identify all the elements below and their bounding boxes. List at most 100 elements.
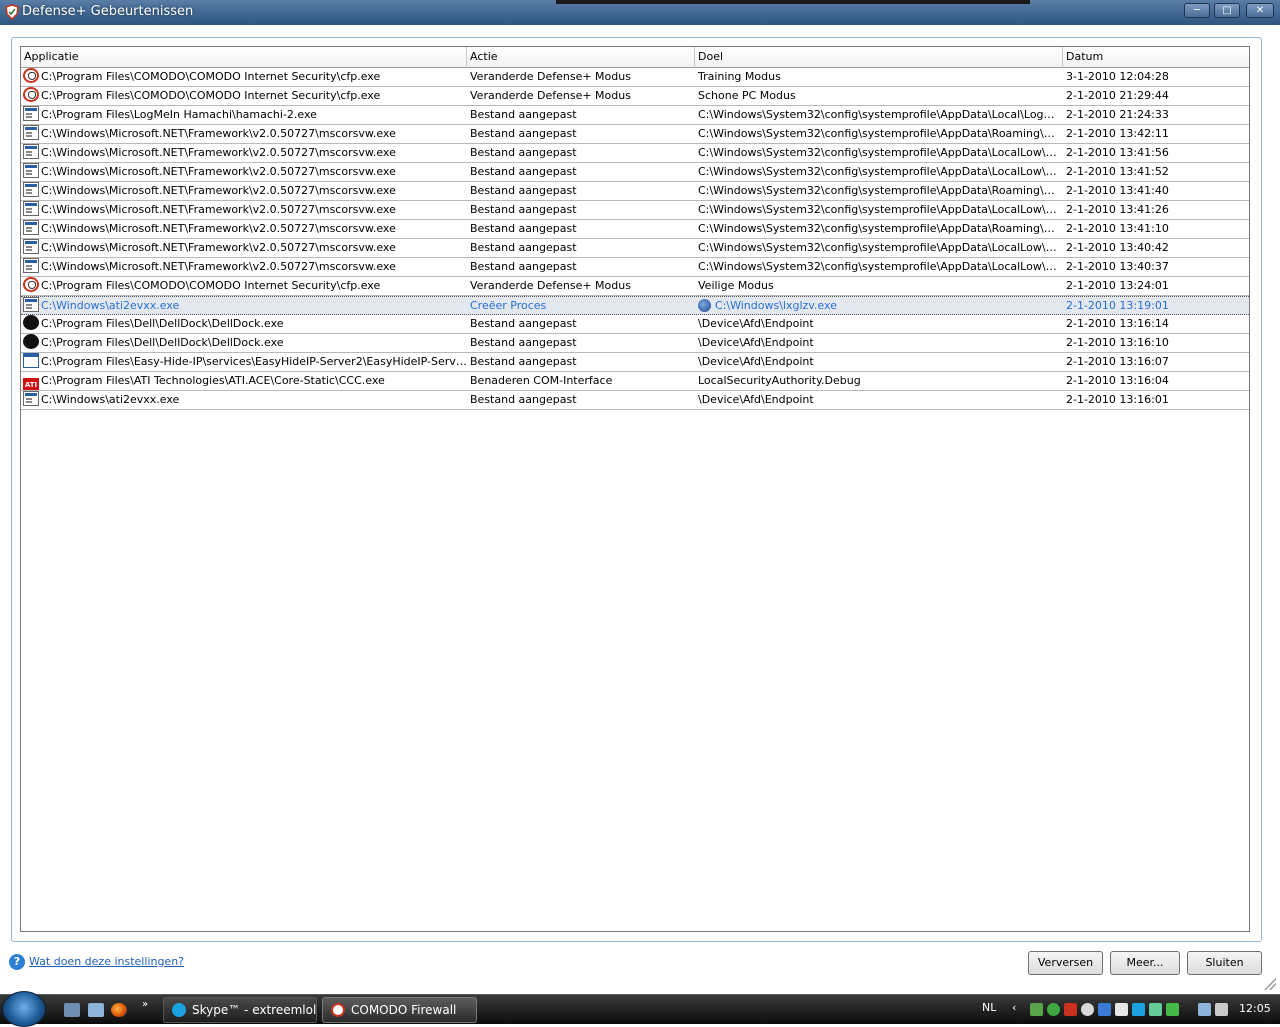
tray-bluetooth-icon[interactable] (1098, 1003, 1111, 1016)
tray-expand-icon[interactable]: ‹ (1012, 1001, 1016, 1014)
app-path: C:\Windows\Microsoft.NET\Framework\v2.0.… (41, 260, 396, 273)
cell-target: \Device\Afd\Endpoint (698, 315, 1063, 333)
tray-volume-icon[interactable] (1215, 1003, 1228, 1016)
table-row[interactable]: C:\Program Files\COMODO\COMODO Internet … (21, 87, 1249, 106)
firefox-icon[interactable] (111, 1003, 127, 1017)
table-row[interactable]: C:\Program Files\Easy-Hide-IP\services\E… (21, 353, 1249, 372)
events-table[interactable]: Applicatie Actie Doel Datum C:\Program F… (20, 46, 1250, 932)
cell-date: 2-1-2010 13:24:01 (1066, 279, 1169, 292)
tray-app-icon[interactable] (1115, 1003, 1128, 1016)
refresh-button[interactable]: Verversen (1028, 951, 1103, 975)
table-row[interactable]: ATI C:\Program Files\ATI Technologies\ATI… (21, 372, 1249, 391)
tray-network-icon[interactable] (1030, 1003, 1043, 1016)
help-link[interactable]: Wat doen deze instellingen? (29, 955, 184, 968)
table-row[interactable]: C:\Windows\Microsoft.NET\Framework\v2.0.… (21, 220, 1249, 239)
table-row[interactable]: C:\Program Files\Dell\DellDock\DellDock.… (21, 334, 1249, 353)
cell-app: C:\Program Files\Dell\DellDock\DellDock.… (23, 334, 467, 352)
cell-action: Bestand aangepast (470, 393, 577, 406)
app-path: C:\Windows\Microsoft.NET\Framework\v2.0.… (41, 146, 396, 159)
minimize-button[interactable]: ─ (1184, 3, 1210, 18)
switch-windows-icon[interactable] (88, 1003, 104, 1017)
cell-date: 2-1-2010 13:16:14 (1066, 317, 1169, 330)
table-row[interactable]: C:\Windows\ati2evxx.exe Bestand aangepast… (21, 391, 1249, 410)
app-path: C:\Windows\Microsoft.NET\Framework\v2.0.… (41, 184, 396, 197)
cell-app: ATI C:\Program Files\ATI Technologies\ATI… (23, 372, 467, 390)
table-row[interactable]: C:\Windows\Microsoft.NET\Framework\v2.0.… (21, 182, 1249, 201)
cell-target: C:\Windows\System32\config\systemprofile… (698, 163, 1063, 181)
table-row[interactable]: C:\Program Files\LogMeIn Hamachi\hamachi… (21, 106, 1249, 125)
column-header-date[interactable]: Datum (1063, 47, 1249, 68)
cell-target: C:\Windows\System32\config\systemprofile… (698, 125, 1063, 143)
tray-shield-icon[interactable] (1047, 1003, 1060, 1016)
cell-date: 2-1-2010 13:41:10 (1066, 222, 1169, 235)
table-row[interactable]: C:\Windows\Microsoft.NET\Framework\v2.0.… (21, 258, 1249, 277)
app-path: C:\Program Files\COMODO\COMODO Internet … (41, 89, 381, 102)
table-row[interactable]: C:\Program Files\COMODO\COMODO Internet … (21, 277, 1249, 296)
more-button[interactable]: Meer... (1110, 951, 1180, 975)
table-row[interactable]: C:\Windows\ati2evxx.exe Creëer Proces C:\W… (21, 296, 1249, 315)
tray-comodo-icon[interactable] (1064, 1003, 1077, 1016)
cell-target: Schone PC Modus (698, 87, 1063, 105)
cell-action: Bestand aangepast (470, 336, 577, 349)
app-path: C:\Windows\Microsoft.NET\Framework\v2.0.… (41, 165, 396, 178)
column-header-action[interactable]: Actie (467, 47, 695, 68)
language-indicator[interactable]: NL (982, 1001, 996, 1014)
resize-grip[interactable] (1264, 978, 1276, 990)
cell-action: Bestand aangepast (470, 184, 577, 197)
cell-target: \Device\Afd\Endpoint (698, 391, 1063, 409)
close-window-button[interactable]: ✕ (1246, 3, 1274, 18)
tray-skype-icon[interactable] (1132, 1003, 1145, 1016)
cell-date: 2-1-2010 21:24:33 (1066, 108, 1169, 121)
column-header-target[interactable]: Doel (695, 47, 1063, 68)
cell-app: C:\Program Files\LogMeIn Hamachi\hamachi… (23, 106, 467, 124)
target-path: C:\Windows\System32\config\systemprofile… (698, 222, 1063, 235)
window-titlebar[interactable]: Defense+ Gebeurtenissen ─ □ ✕ (0, 0, 1280, 25)
table-row[interactable]: C:\Windows\Microsoft.NET\Framework\v2.0.… (21, 201, 1249, 220)
table-row[interactable]: C:\Program Files\Dell\DellDock\DellDock.… (21, 315, 1249, 334)
cell-app: C:\Program Files\Dell\DellDock\DellDock.… (23, 315, 467, 333)
taskbar-item-skype[interactable]: Skype™ - extreemlolo (163, 997, 317, 1023)
column-header-app[interactable]: Applicatie (21, 47, 467, 68)
help-icon[interactable]: ? (9, 954, 25, 970)
quicklaunch-more-icon[interactable]: » (142, 999, 154, 1013)
comodo-icon (23, 68, 39, 83)
close-button[interactable]: Sluiten (1187, 951, 1262, 975)
cell-date: 3-1-2010 12:04:28 (1066, 70, 1169, 83)
tray-monitor-icon[interactable] (1149, 1003, 1162, 1016)
show-desktop-icon[interactable] (64, 1003, 80, 1017)
table-row[interactable]: C:\Windows\Microsoft.NET\Framework\v2.0.… (21, 125, 1249, 144)
cell-app: C:\Windows\Microsoft.NET\Framework\v2.0.… (23, 220, 467, 238)
cell-target: C:\Windows\System32\config\systemprofile… (698, 258, 1063, 276)
comodo-icon (23, 277, 39, 292)
cell-target: C:\Windows\lxglzv.exe (698, 297, 1063, 315)
cell-date: 2-1-2010 13:42:11 (1066, 127, 1169, 140)
cell-app: C:\Windows\Microsoft.NET\Framework\v2.0.… (23, 201, 467, 219)
clock[interactable]: 12:05 (1239, 1002, 1271, 1015)
maximize-button[interactable]: □ (1214, 3, 1240, 18)
table-row[interactable]: C:\Windows\Microsoft.NET\Framework\v2.0.… (21, 239, 1249, 258)
cell-action: Veranderde Defense+ Modus (470, 279, 631, 292)
table-row[interactable]: C:\Windows\Microsoft.NET\Framework\v2.0.… (21, 144, 1249, 163)
cell-app: C:\Windows\Microsoft.NET\Framework\v2.0.… (23, 239, 467, 257)
cell-target: C:\Windows\System32\config\systemprofile… (698, 182, 1063, 200)
target-path: Schone PC Modus (698, 89, 796, 102)
table-row[interactable]: C:\Windows\Microsoft.NET\Framework\v2.0.… (21, 163, 1249, 182)
tray-clock-icon[interactable] (1081, 1003, 1094, 1016)
tray-battery-icon[interactable] (1166, 1003, 1179, 1016)
table-row[interactable]: C:\Program Files\COMODO\COMODO Internet … (21, 68, 1249, 87)
target-path: LocalSecurityAuthority.Debug (698, 374, 861, 387)
tray-network2-icon[interactable] (1198, 1003, 1211, 1016)
comodo-icon (23, 87, 39, 102)
start-button[interactable] (2, 991, 46, 1027)
cell-target: \Device\Afd\Endpoint (698, 353, 1063, 371)
app-path: C:\Windows\Microsoft.NET\Framework\v2.0.… (41, 203, 396, 216)
target-path: C:\Windows\System32\config\systemprofile… (698, 165, 1063, 178)
taskbar-item-comodo[interactable]: COMODO Firewall (322, 997, 477, 1023)
cell-app: C:\Windows\ati2evxx.exe (23, 391, 467, 409)
cell-target: C:\Windows\System32\config\systemprofile… (698, 106, 1063, 124)
taskbar-item-label: Skype™ - extreemlolo (192, 1003, 317, 1017)
cell-date: 2-1-2010 13:16:10 (1066, 336, 1169, 349)
cell-date: 2-1-2010 13:40:37 (1066, 260, 1169, 273)
cell-app: C:\Windows\Microsoft.NET\Framework\v2.0.… (23, 163, 467, 181)
cell-date: 2-1-2010 13:16:04 (1066, 374, 1169, 387)
